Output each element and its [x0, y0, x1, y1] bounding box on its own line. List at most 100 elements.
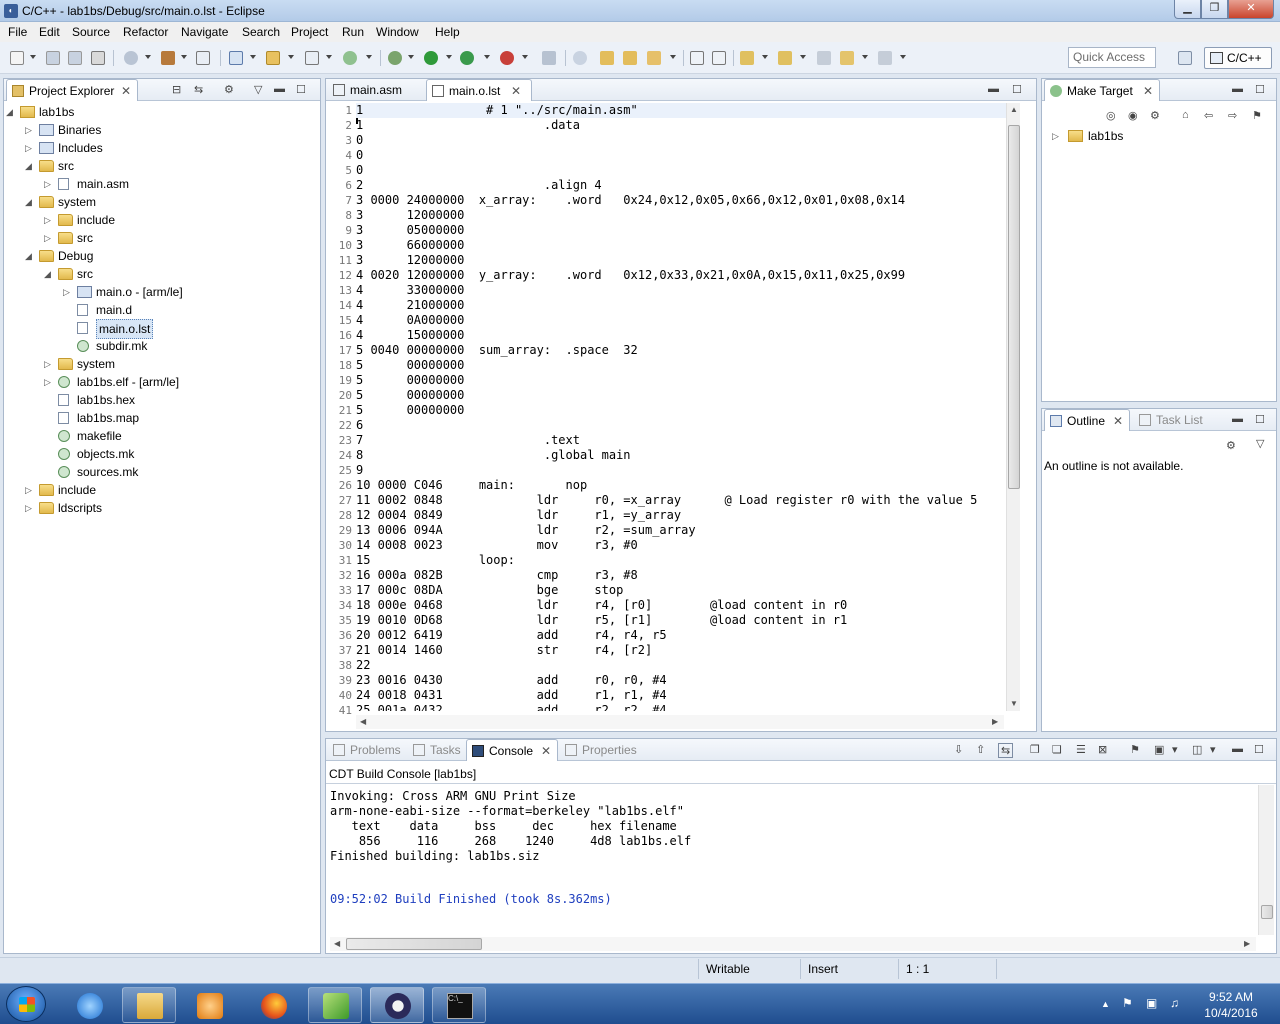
- build-config-dropdown-icon[interactable]: [145, 55, 151, 59]
- pin-console-icon[interactable]: ⚑: [1130, 743, 1140, 756]
- search-icon[interactable]: [647, 51, 661, 65]
- expand-icon[interactable]: ▷: [1052, 127, 1062, 145]
- console-output[interactable]: Invoking: Cross ARM GNU Print Size arm-no…: [330, 789, 691, 909]
- open-perspective-icon[interactable]: [1178, 51, 1192, 65]
- next-annotation-icon[interactable]: [740, 51, 754, 65]
- collapse-icon[interactable]: ◢: [6, 103, 16, 121]
- remove-launch-icon[interactable]: ⊠: [1098, 743, 1107, 756]
- minimize-view-icon[interactable]: ▬: [1232, 743, 1243, 755]
- taskbar-media-player[interactable]: [182, 987, 236, 1023]
- expand-icon[interactable]: ▷: [25, 499, 35, 517]
- expand-icon[interactable]: ▷: [63, 283, 73, 301]
- word-wrap-icon[interactable]: ⇆: [998, 743, 1014, 758]
- expand-icon[interactable]: ▷: [44, 211, 54, 229]
- copy-icon[interactable]: ❐: [1030, 743, 1040, 756]
- link-with-editor-icon[interactable]: ⇆: [194, 83, 203, 96]
- new-folder-dropdown-icon[interactable]: [288, 55, 294, 59]
- binary-icon[interactable]: [196, 51, 210, 65]
- minimize-view-icon[interactable]: ▬: [1232, 413, 1243, 425]
- minimize-view-icon[interactable]: ▬: [274, 83, 285, 95]
- menu-search[interactable]: Search: [242, 25, 280, 39]
- next-annotation-dropdown-icon[interactable]: [762, 55, 768, 59]
- expand-icon[interactable]: ▷: [44, 229, 54, 247]
- focus-icon[interactable]: ⚙: [1226, 439, 1236, 452]
- forward-icon[interactable]: ⇨: [1228, 109, 1237, 122]
- new-folder-icon[interactable]: [266, 51, 280, 65]
- expand-icon[interactable]: ▷: [25, 121, 35, 139]
- display-console-dropdown-icon[interactable]: ▾: [1172, 743, 1178, 756]
- open-console-icon[interactable]: ◫: [1192, 743, 1202, 756]
- close-tab-icon[interactable]: ✕: [1113, 410, 1123, 432]
- show-whitespace-icon[interactable]: [712, 51, 726, 65]
- maximize-button[interactable]: ❐: [1201, 0, 1228, 19]
- maximize-view-icon[interactable]: ☐: [1254, 743, 1264, 756]
- taskbar-file-explorer[interactable]: [122, 987, 176, 1023]
- taskbar-command-prompt[interactable]: C:\_: [432, 987, 486, 1023]
- refresh-dropdown-icon[interactable]: [366, 55, 372, 59]
- collapse-icon[interactable]: ◢: [44, 265, 54, 283]
- taskbar-eclipse[interactable]: [370, 987, 424, 1023]
- run-external-icon[interactable]: [460, 51, 474, 65]
- toggle-mark-icon[interactable]: [690, 51, 704, 65]
- taskbar-clock[interactable]: 9:52 AM 10/4/2016: [1196, 989, 1266, 1021]
- close-button[interactable]: ✕: [1228, 0, 1274, 19]
- expand-icon[interactable]: ▷: [25, 481, 35, 499]
- home-icon[interactable]: ⌂: [1182, 109, 1189, 121]
- scroll-thumb[interactable]: [1261, 905, 1273, 919]
- collapse-icon[interactable]: ◢: [25, 247, 35, 265]
- menu-help[interactable]: Help: [435, 25, 460, 39]
- expand-icon[interactable]: ▷: [44, 175, 54, 193]
- build-hammer-icon[interactable]: [161, 51, 175, 65]
- scroll-lock-icon[interactable]: ⇩: [954, 743, 963, 756]
- paste-icon[interactable]: ❏: [1052, 743, 1062, 756]
- start-button[interactable]: [6, 986, 46, 1022]
- scroll-right-icon[interactable]: ▶: [992, 717, 998, 726]
- minimize-view-icon[interactable]: ▬: [1232, 83, 1243, 95]
- stop-dropdown-icon[interactable]: [522, 55, 528, 59]
- new-project-dropdown-icon[interactable]: [250, 55, 256, 59]
- maximize-view-icon[interactable]: ☐: [296, 83, 306, 96]
- forward-dropdown-icon[interactable]: [900, 55, 906, 59]
- menu-file[interactable]: File: [8, 25, 27, 39]
- run-icon[interactable]: [424, 51, 438, 65]
- close-tab-icon[interactable]: ✕: [511, 80, 521, 102]
- quick-access-input[interactable]: Quick Access: [1068, 47, 1156, 68]
- add-target-icon[interactable]: ◉: [1128, 109, 1138, 122]
- close-tab-icon[interactable]: ✕: [541, 740, 551, 762]
- show-on-output-icon[interactable]: ⇧: [976, 743, 985, 756]
- scroll-left-icon[interactable]: ◀: [360, 717, 366, 726]
- print-icon[interactable]: [91, 51, 105, 65]
- tab-main-asm[interactable]: main.asm: [328, 79, 424, 101]
- collapse-icon[interactable]: ◢: [25, 193, 35, 211]
- build-dropdown-icon[interactable]: [181, 55, 187, 59]
- tab-make-target[interactable]: Make Target ✕: [1044, 79, 1160, 101]
- view-menu-icon[interactable]: ▽: [1256, 437, 1264, 450]
- taskbar-app[interactable]: [308, 987, 362, 1023]
- skip-breakpoints-icon[interactable]: [542, 51, 556, 65]
- build-config-icon[interactable]: [124, 51, 138, 65]
- minimize-view-icon[interactable]: ▬: [988, 83, 999, 95]
- maximize-view-icon[interactable]: ☐: [1255, 83, 1265, 96]
- debug-dropdown-icon[interactable]: [408, 55, 414, 59]
- scroll-right-icon[interactable]: ▶: [1244, 939, 1250, 948]
- back-dropdown-icon[interactable]: [862, 55, 868, 59]
- editor-horizontal-scrollbar[interactable]: ◀ ▶: [356, 715, 1004, 729]
- tab-problems[interactable]: Problems: [328, 739, 408, 761]
- show-hidden-icons-icon[interactable]: ▲: [1101, 999, 1113, 1011]
- collapse-icon[interactable]: ◢: [25, 157, 35, 175]
- new-class-icon[interactable]: [305, 51, 319, 65]
- stop-icon[interactable]: [500, 51, 514, 65]
- scroll-up-icon[interactable]: ▲: [1010, 105, 1018, 114]
- menu-edit[interactable]: Edit: [39, 25, 60, 39]
- new-class-dropdown-icon[interactable]: [326, 55, 332, 59]
- tab-console[interactable]: Console ✕: [466, 739, 558, 761]
- open-type-icon[interactable]: [600, 51, 614, 65]
- action-center-icon[interactable]: ⚑: [1122, 996, 1134, 1010]
- clear-console-icon[interactable]: ☰: [1076, 743, 1086, 756]
- refresh-icon[interactable]: [343, 51, 357, 65]
- new-project-icon[interactable]: [229, 51, 243, 65]
- minimize-button[interactable]: ▁: [1174, 0, 1201, 19]
- menu-refactor[interactable]: Refactor: [123, 25, 168, 39]
- tab-outline[interactable]: Outline ✕: [1044, 409, 1130, 431]
- tab-tasks[interactable]: Tasks: [408, 739, 468, 761]
